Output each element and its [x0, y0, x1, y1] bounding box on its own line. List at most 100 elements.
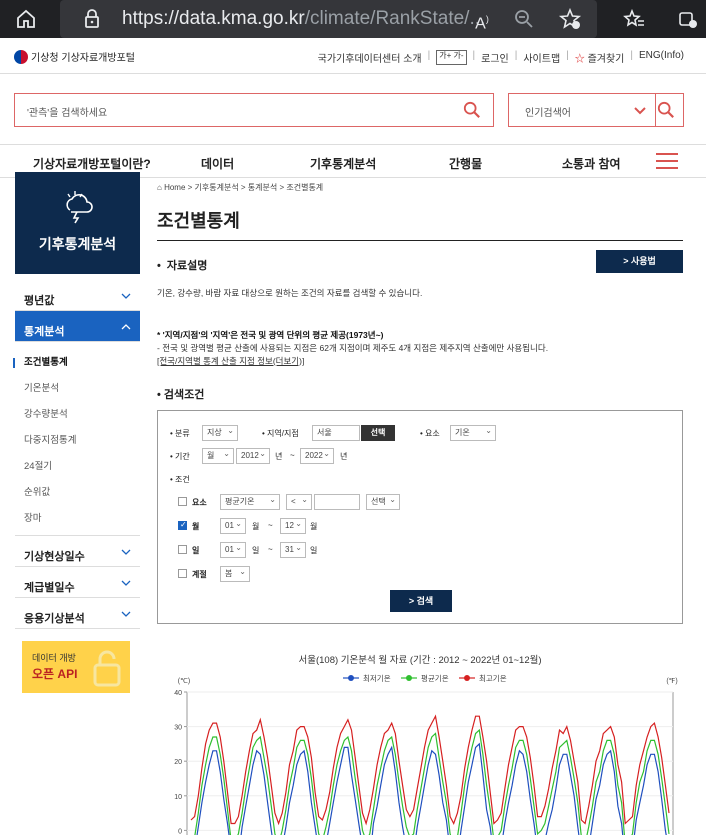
api-line1: 데이터 개방 — [32, 653, 76, 663]
sidebar-subitem-24-terms[interactable]: 24절기 — [15, 454, 140, 480]
sidebar-item-class-days[interactable]: 계급별일수 — [15, 567, 140, 598]
collections-icon[interactable] — [676, 7, 700, 31]
month-from-select[interactable]: 01 — [220, 517, 246, 534]
sidebar-subitem-conditional[interactable]: 조건별통계 — [13, 350, 140, 376]
favorite-add-icon[interactable] — [558, 7, 582, 31]
note-line2: - 전국 및 광역별 평균 산출에 사용되는 지점은 62개 지점이며 제주도 … — [157, 343, 549, 353]
cond-element-label: 요소 — [192, 498, 207, 507]
station-info-link[interactable]: [전국/지역별 통계 산출 지점 정보(더보기)] — [157, 356, 304, 366]
cond-choose-select[interactable]: 선택 — [366, 493, 400, 510]
link-sitemap[interactable]: 사이트맵 — [523, 50, 560, 65]
lock-icon[interactable] — [80, 7, 104, 31]
link-login[interactable]: 로그인 — [481, 50, 509, 65]
menu-icon[interactable] — [656, 153, 678, 169]
chevron-up-icon — [121, 324, 131, 330]
top-links: 국가기후데이터센터 소개 | 가+ 가- | 로그인 | 사이트맵 | ☆ 즐겨찾기 | … — [317, 50, 684, 65]
section-description: 자료설명 > 사용법 — [157, 250, 683, 273]
chart-svg: 서울(108) 기온분석 월 자료 (기간 : 2012 ~ 2022년 01~… — [174, 654, 678, 840]
link-bookmark[interactable]: ☆ 즐겨찾기 — [575, 50, 625, 65]
unit-label: 일 — [310, 546, 318, 555]
sidebar-item-applied[interactable]: 응용기상분석 — [15, 598, 140, 629]
page-title: 조건별통계 — [157, 207, 683, 241]
sidebar-subitem-precipitation[interactable]: 강수량분석 — [15, 402, 140, 428]
popular-search-icon[interactable] — [657, 101, 675, 119]
type-select[interactable]: 지상 — [202, 424, 238, 441]
year-label: 년 — [275, 452, 283, 461]
guide-button[interactable]: > 사용법 — [596, 250, 683, 273]
notice: * '지역/지점'의 '지역'은 전국 및 광역 단위의 평균 제공(1973년… — [157, 329, 683, 368]
tilde: ~ — [290, 451, 295, 460]
element-select[interactable]: 기온 — [450, 424, 496, 441]
cond-value-input[interactable] — [314, 494, 360, 510]
url-host: https://data.kma.go.kr — [122, 8, 305, 29]
cond-element-select[interactable]: 평균기온 — [220, 493, 280, 510]
sidebar-subitem-monsoon[interactable]: 장마 — [15, 506, 140, 532]
area-select-button[interactable]: 선택 — [361, 425, 395, 441]
day-to-select[interactable]: 31 — [280, 541, 306, 558]
sidebar-item-label: 계급별일수 — [24, 582, 75, 594]
open-api-banner[interactable]: 데이터 개방 오픈 API — [22, 641, 130, 693]
search-input[interactable]: '관측'을 검색하세요 — [14, 93, 494, 127]
nav-data[interactable]: 데이터 — [201, 155, 234, 172]
element-checkbox[interactable] — [178, 497, 187, 506]
search-button[interactable]: > 검색 — [390, 590, 452, 612]
sidebar-header: 기후통계분석 — [15, 172, 140, 274]
favorites-icon[interactable] — [622, 7, 646, 31]
year-label: 년 — [340, 452, 348, 461]
sidebar-subitem-temperature[interactable]: 기온분석 — [15, 376, 140, 402]
legend-marker — [348, 675, 354, 681]
month-to-select[interactable]: 12 — [280, 517, 306, 534]
season-select[interactable]: 봄 — [220, 565, 250, 582]
day-from-select[interactable]: 01 — [220, 541, 246, 558]
chevron-down-icon — [121, 580, 131, 586]
home-icon[interactable] — [14, 7, 38, 31]
operator-select[interactable]: < — [286, 493, 312, 510]
address-bar[interactable]: https://data.kma.go.kr/climate/RankState… — [60, 0, 597, 38]
breadcrumb-text[interactable]: Home > 기후통계분석 > 통계분석 > 조건별통계 — [164, 183, 323, 192]
sidebar-item-label: 기상현상일수 — [24, 551, 85, 563]
description-text: 기온, 강수량, 바람 자료 대상으로 원하는 조건의 자료를 검색할 수 있습… — [157, 288, 423, 298]
font-size-buttons[interactable]: 가+ 가- — [436, 50, 467, 65]
popular-keywords-select[interactable]: 인기검색어 — [508, 93, 684, 127]
sidebar-item-weather-days[interactable]: 기상현상일수 — [15, 536, 140, 567]
section-title: 자료설명 — [166, 260, 208, 272]
sidebar-subitem-multi-station[interactable]: 다중지점통계 — [15, 428, 140, 454]
bookmark-label: 즐겨찾기 — [587, 54, 625, 65]
label-period: • 기간 — [170, 452, 190, 461]
period-unit-select[interactable]: 월 — [202, 447, 234, 464]
nav-about[interactable]: 기상자료개방포털이란? — [33, 155, 151, 172]
y-tick-label: 20 — [174, 759, 182, 766]
sidebar-item-label: 평년값 — [24, 295, 55, 307]
chevron-down-icon[interactable] — [633, 104, 647, 118]
unit-label: 월 — [252, 522, 260, 531]
note-line1: * '지역/지점'의 '지역'은 전국 및 광역 단위의 평균 제공(1973년… — [157, 330, 384, 340]
season-checkbox[interactable] — [178, 569, 187, 578]
cond-day-label: 일 — [192, 546, 200, 555]
sidebar-item-stats[interactable]: 통계분석 — [15, 311, 140, 342]
tilde: ~ — [268, 521, 273, 530]
legend-marker — [464, 675, 470, 681]
main-content: ⌂ Home > 기후통계분석 > 통계분석 > 조건별통계 조건별통계 자료설… — [157, 172, 683, 624]
weather-cloud-icon — [66, 191, 93, 224]
home-icon: ⌂ — [157, 183, 162, 192]
start-year-select[interactable]: 2012 — [236, 447, 270, 464]
y-axis-label-right: (℉) — [666, 678, 677, 685]
zoom-out-icon[interactable] — [512, 7, 536, 31]
sidebar-title: 기후통계분석 — [38, 236, 117, 252]
site-logo[interactable]: 기상청 기상자료개방포털 — [14, 49, 135, 64]
month-checkbox[interactable] — [178, 520, 187, 530]
end-year-select[interactable]: 2022 — [300, 447, 334, 464]
day-checkbox[interactable] — [178, 545, 187, 554]
chevron-down-icon — [121, 293, 131, 299]
link-english[interactable]: ENG(Info) — [639, 50, 684, 65]
nav-publications[interactable]: 간행물 — [449, 155, 482, 172]
nav-climate-stats[interactable]: 기후통계분석 — [310, 155, 376, 172]
link-center-intro[interactable]: 국가기후데이터센터 소개 — [318, 50, 422, 65]
y-tick-label: 30 — [174, 725, 182, 732]
search-icon[interactable] — [463, 101, 481, 119]
area-input[interactable]: 서울 — [312, 425, 360, 441]
sidebar-subitem-rank[interactable]: 순위값 — [15, 480, 140, 506]
reader-icon[interactable]: A) — [470, 7, 494, 32]
nav-community[interactable]: 소통과 참여 — [562, 155, 621, 172]
sidebar-item-normals[interactable]: 평년값 — [15, 280, 140, 311]
